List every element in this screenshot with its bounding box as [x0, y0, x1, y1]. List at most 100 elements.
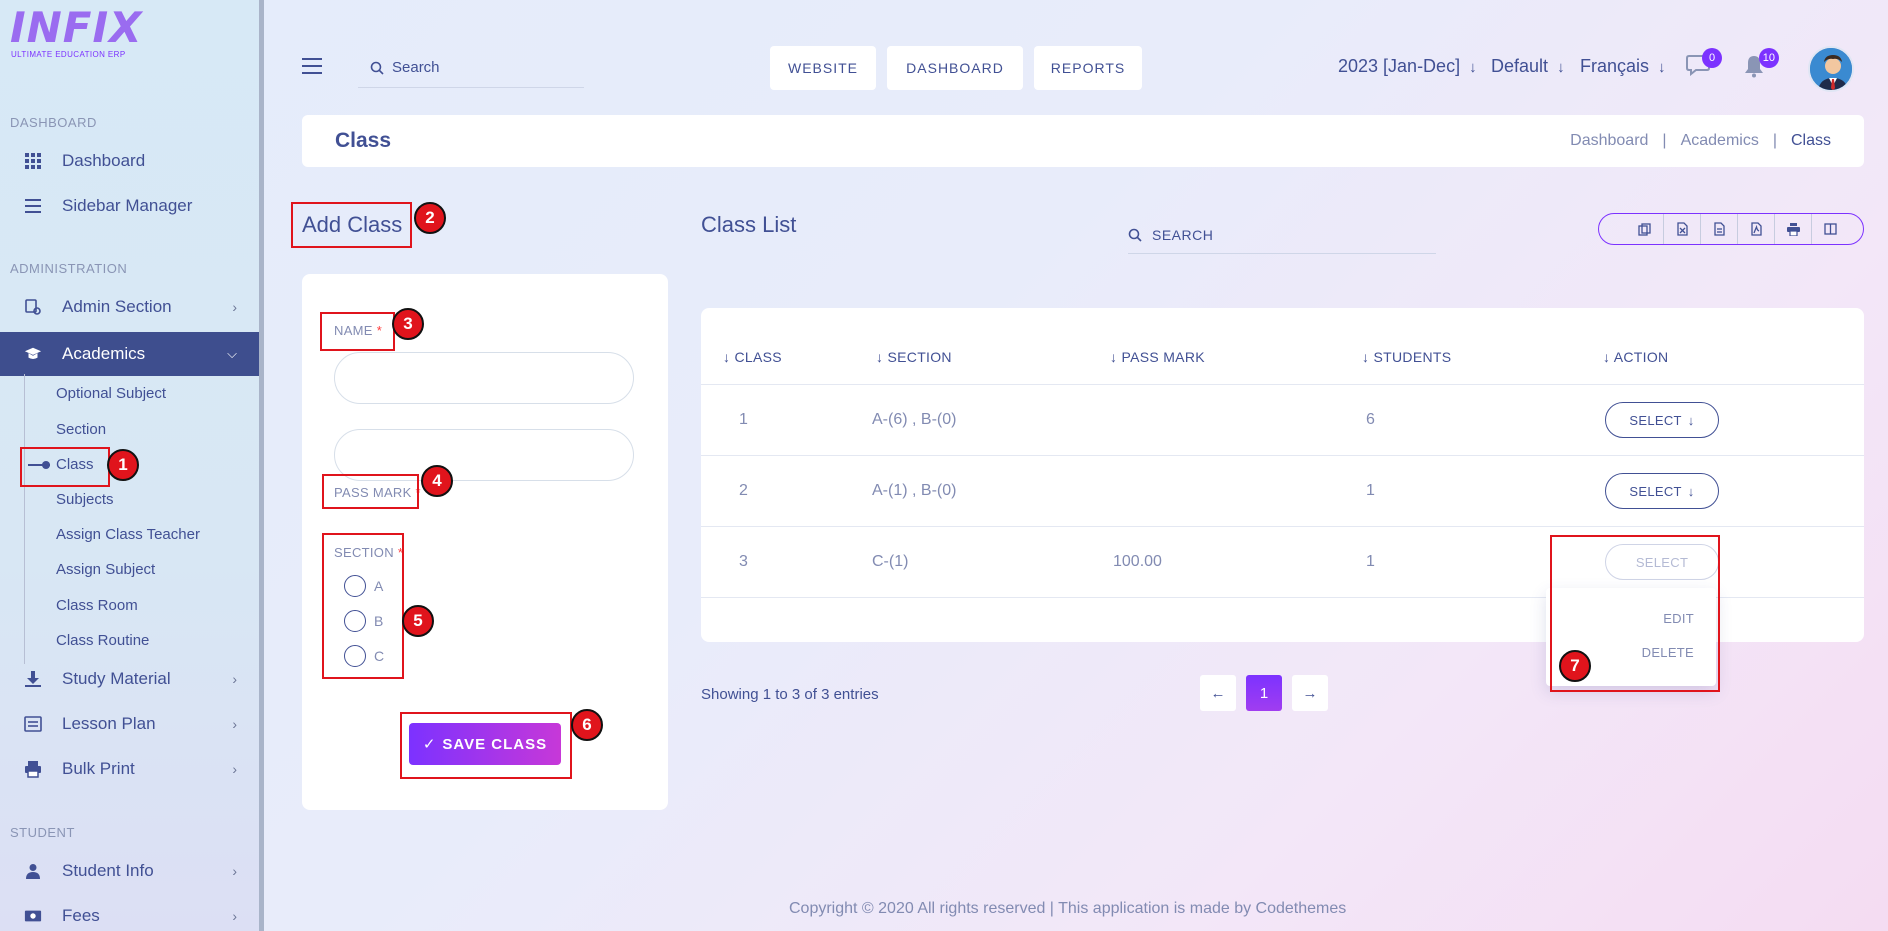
callout-number-2: 2 — [414, 202, 446, 234]
row-divider — [701, 455, 1864, 456]
copy-icon[interactable] — [1626, 214, 1663, 244]
session-dropdown[interactable]: 2023 [Jan-Dec] ↓ — [1338, 56, 1477, 77]
chevron-right-icon: › — [232, 299, 237, 315]
submenu-item-assign-subject[interactable]: Assign Subject — [56, 561, 155, 578]
pagination-page-1[interactable]: 1 — [1246, 675, 1282, 711]
name-field[interactable] — [334, 352, 634, 404]
class-list-title: Class List — [701, 212, 797, 237]
academics-submenu — [24, 374, 259, 664]
search-input[interactable] — [392, 59, 562, 76]
column-header-pass-mark[interactable]: ↓ PASS MARK — [1110, 349, 1205, 365]
sidebar-item-student-info[interactable]: Student Info › — [0, 850, 259, 892]
breadcrumb-dashboard[interactable]: Dashboard — [1570, 132, 1648, 150]
csv-icon[interactable] — [1700, 214, 1737, 244]
global-search[interactable] — [358, 48, 584, 88]
logo[interactable]: INFIX ULTIMATE EDUCATION ERP — [10, 3, 143, 60]
printer-icon — [24, 760, 42, 778]
chevron-right-icon: › — [232, 863, 237, 879]
messages-badge: 0 — [1702, 48, 1722, 68]
table-cell-students: 1 — [1366, 553, 1375, 570]
sidebar-item-label: Study Material — [62, 669, 171, 688]
notifications-button[interactable]: 10 — [1743, 48, 1779, 80]
callout-box-4 — [322, 474, 419, 509]
breadcrumb-separator: | — [1662, 132, 1667, 149]
column-header-label: SECTION — [887, 349, 952, 365]
messages-button[interactable]: 0 — [1686, 48, 1722, 80]
money-icon — [24, 907, 42, 925]
reports-button[interactable]: REPORTS — [1034, 46, 1142, 90]
arrow-right-icon: → — [1302, 684, 1318, 702]
menu-toggle-icon[interactable] — [302, 58, 322, 74]
sidebar-item-study-material[interactable]: Study Material › — [0, 658, 259, 700]
select-action-button[interactable]: SELECT ↓ — [1605, 473, 1719, 509]
submenu-item-class-room[interactable]: Class Room — [56, 597, 138, 614]
chevron-right-icon: › — [232, 761, 237, 777]
sidebar-item-lesson-plan[interactable]: Lesson Plan › — [0, 703, 259, 745]
column-header-label: PASS MARK — [1121, 349, 1205, 365]
pdf-icon[interactable] — [1737, 214, 1774, 244]
list-search-input[interactable] — [1152, 226, 1412, 243]
submenu-item-optional-subject[interactable]: Optional Subject — [56, 385, 166, 402]
submenu-item-subjects[interactable]: Subjects — [56, 491, 114, 508]
style-dropdown[interactable]: Default ↓ — [1491, 56, 1565, 77]
sort-arrow-icon: ↓ — [876, 349, 884, 365]
grid-icon — [24, 152, 42, 170]
table-cell-class: 2 — [739, 482, 748, 499]
callout-number-1: 1 — [107, 449, 139, 481]
avatar[interactable] — [1808, 46, 1854, 92]
sidebar-heading-student: STUDENT — [10, 825, 75, 840]
sidebar-item-label: Fees — [62, 906, 100, 925]
sidebar-item-label: Admin Section — [62, 297, 172, 316]
sidebar-item-label: Academics — [62, 344, 146, 363]
website-button[interactable]: WEBSITE — [770, 46, 876, 90]
sort-arrow-icon: ↓ — [1362, 349, 1370, 365]
breadcrumb-academics[interactable]: Academics — [1681, 132, 1759, 150]
search-icon — [370, 61, 384, 75]
row-divider — [701, 384, 1864, 385]
sidebar-item-fees[interactable]: Fees › — [0, 895, 259, 931]
columns-icon[interactable] — [1811, 214, 1848, 244]
submenu-item-class-routine[interactable]: Class Routine — [56, 632, 149, 649]
column-header-action[interactable]: ↓ ACTION — [1603, 349, 1668, 365]
sidebar-item-bulk-print[interactable]: Bulk Print › — [0, 748, 259, 790]
sidebar-item-dashboard[interactable]: Dashboard — [0, 140, 259, 182]
sidebar-item-admin-section[interactable]: Admin Section › — [0, 286, 259, 328]
excel-icon[interactable] — [1663, 214, 1700, 244]
row-divider — [701, 526, 1864, 527]
language-dropdown[interactable]: Français ↓ — [1580, 56, 1666, 77]
submenu-item-assign-class-teacher[interactable]: Assign Class Teacher — [56, 526, 200, 543]
arrow-down-icon: ↓ — [1469, 59, 1477, 76]
logo-text: INFIX — [10, 3, 143, 52]
pagination-prev[interactable]: ← — [1200, 675, 1236, 711]
table-cell-class: 3 — [739, 553, 748, 570]
graduation-cap-icon — [24, 345, 42, 363]
select-action-button[interactable]: SELECT ↓ — [1605, 402, 1719, 438]
callout-box-1 — [20, 447, 110, 487]
breadcrumb: Dashboard | Academics | Class — [1570, 132, 1831, 150]
menu-lines-icon — [24, 197, 42, 215]
sidebar-item-academics[interactable]: Academics ⌵ — [0, 332, 259, 376]
column-header-section[interactable]: ↓ SECTION — [876, 349, 952, 365]
page-title: Class — [335, 129, 392, 152]
select-label: SELECT — [1629, 483, 1682, 499]
footer-copyright: Copyright © 2020 All rights reserved | T… — [789, 900, 1347, 917]
callout-number-6: 6 — [571, 709, 603, 741]
sidebar-heading-administration: ADMINISTRATION — [10, 261, 128, 276]
print-icon[interactable] — [1774, 214, 1811, 244]
arrow-down-icon: ↓ — [1658, 59, 1666, 76]
sidebar-item-sidebar-manager[interactable]: Sidebar Manager — [0, 185, 259, 227]
style-value: Default — [1491, 56, 1549, 76]
callout-box-2 — [291, 202, 412, 248]
chevron-down-icon: ⌵ — [227, 346, 237, 361]
column-header-class[interactable]: ↓ CLASS — [723, 349, 782, 365]
list-search[interactable] — [1128, 216, 1436, 254]
sidebar-heading-dashboard: DASHBOARD — [10, 115, 97, 130]
sort-arrow-icon: ↓ — [1110, 349, 1118, 365]
breadcrumb-separator: | — [1772, 132, 1777, 149]
submenu-item-section[interactable]: Section — [56, 421, 106, 438]
notifications-badge: 10 — [1758, 48, 1779, 68]
pagination-next[interactable]: → — [1292, 675, 1328, 711]
table-cell-students: 1 — [1366, 482, 1375, 499]
column-header-students[interactable]: ↓ STUDENTS — [1362, 349, 1451, 365]
dashboard-button[interactable]: DASHBOARD — [887, 46, 1023, 90]
